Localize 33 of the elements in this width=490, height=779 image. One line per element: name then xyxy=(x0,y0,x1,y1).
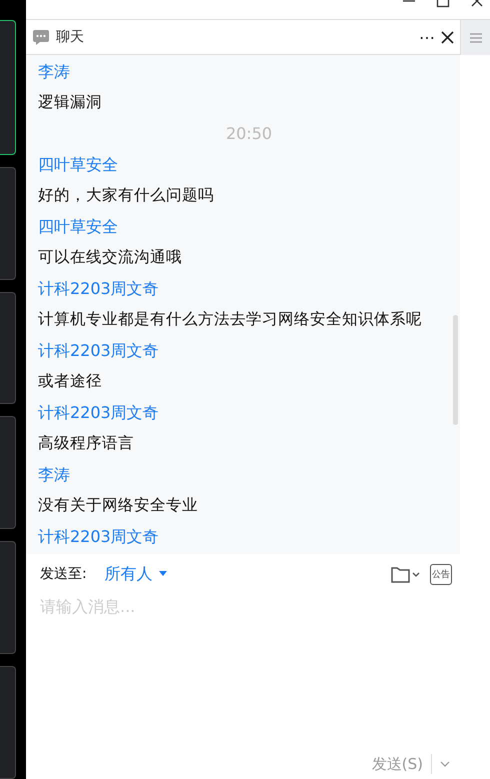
sender-name: 李涛 xyxy=(38,61,71,83)
message-text: 高级程序语言 xyxy=(38,433,135,454)
timestamp: 20:50 xyxy=(226,124,272,143)
video-tile[interactable] xyxy=(0,541,16,654)
video-tile[interactable] xyxy=(0,166,16,280)
more-button[interactable]: ⋯ xyxy=(419,28,435,46)
scrollbar[interactable] xyxy=(453,315,458,425)
video-tile[interactable] xyxy=(0,292,16,404)
chevron-down-icon[interactable] xyxy=(440,760,450,768)
message-text: 没有关于网络安全专业 xyxy=(38,495,199,516)
sender-name: 四叶草安全 xyxy=(38,154,119,176)
caret-icon[interactable] xyxy=(158,571,167,577)
message-text: 可以在线交流沟通哦 xyxy=(38,247,183,268)
chat-title: 聊天 xyxy=(56,28,85,46)
send-to-label: 发送至: xyxy=(40,565,87,583)
chat-bubble-icon xyxy=(32,28,50,46)
close-icon[interactable] xyxy=(441,30,454,44)
sender-name: 计科2203周文奇 xyxy=(38,278,160,300)
notice-button[interactable]: 公告 xyxy=(430,564,452,584)
sender-name: 计科2203周文奇 xyxy=(38,340,160,362)
sender-name: 李涛 xyxy=(38,464,71,486)
sender-name: 四叶草安全 xyxy=(38,216,119,238)
video-tile[interactable] xyxy=(0,416,16,530)
message-text: 或者途径 xyxy=(38,371,103,392)
sender-name: 计科2203周文奇 xyxy=(38,402,160,424)
video-tile[interactable] xyxy=(0,20,16,155)
message-text: 好的，大家有什么问题吗 xyxy=(38,185,215,206)
sender-name: 计科2203周文奇 xyxy=(38,526,160,548)
recipient-dropdown[interactable]: 所有人 xyxy=(104,564,167,584)
menu-icon[interactable] xyxy=(470,32,482,44)
message-text: 计算机专业都是有什么方法去学习网络安全知识体系呢 xyxy=(38,309,423,330)
message-text: 逻辑漏洞 xyxy=(38,92,103,113)
video-tile[interactable] xyxy=(0,666,16,779)
